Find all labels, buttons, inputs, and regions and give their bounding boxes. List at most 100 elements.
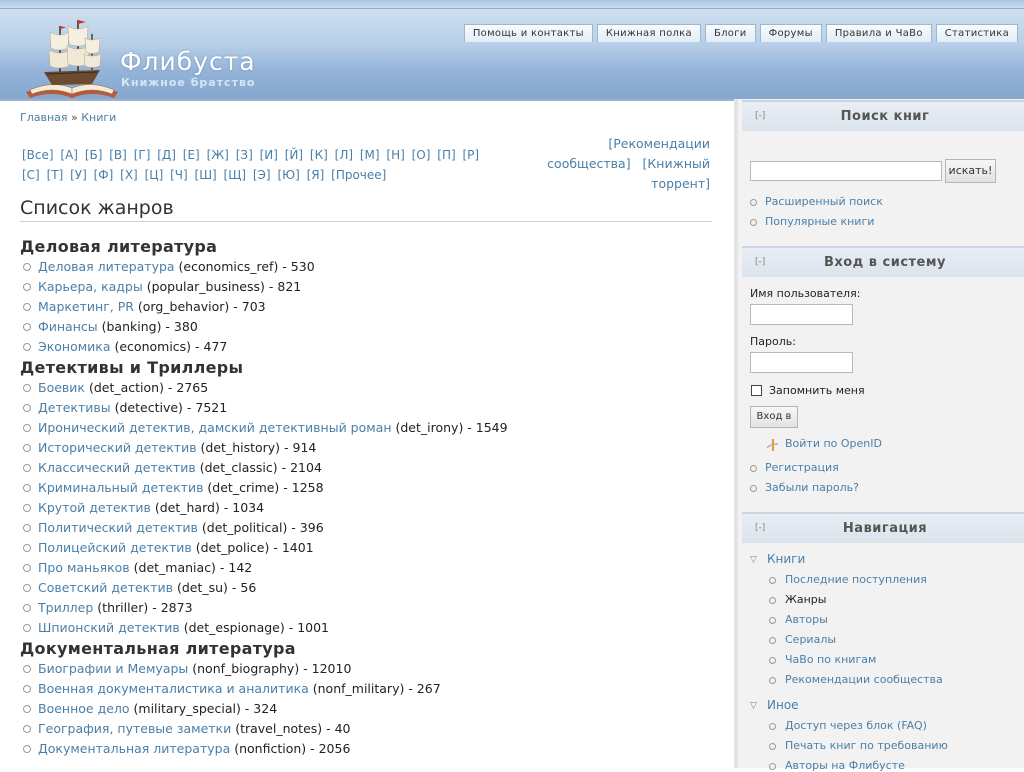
- genre-link[interactable]: Деловая литература: [38, 259, 175, 274]
- alphabet-letter-link[interactable]: [О]: [412, 148, 431, 162]
- alphabet-letter-link[interactable]: [Б]: [85, 148, 103, 162]
- alphabet-letter-link[interactable]: [Я]: [307, 168, 325, 182]
- breadcrumb-home-link[interactable]: Главная: [20, 111, 68, 124]
- alphabet-letter-link[interactable]: [Д]: [157, 148, 176, 162]
- alphabet-letter-link[interactable]: [Н]: [386, 148, 404, 162]
- alphabet-letter-link[interactable]: [Э]: [253, 168, 271, 182]
- genre-link[interactable]: Криминальный детектив: [38, 480, 203, 495]
- genre-link[interactable]: Крутой детектив: [38, 500, 151, 515]
- genre-link[interactable]: Шпионский детектив: [38, 620, 180, 635]
- recommend-line-1[interactable]: [Рекомендации: [608, 136, 710, 151]
- alphabet-letter-link[interactable]: [М]: [360, 148, 380, 162]
- genre-link[interactable]: Триллер: [38, 600, 93, 615]
- genre-link[interactable]: Военная документалистика и аналитика: [38, 681, 309, 696]
- genre-link[interactable]: Советский детектив: [38, 580, 173, 595]
- recommend-line-4[interactable]: торрент]: [651, 176, 710, 191]
- alphabet-letter-link[interactable]: [Е]: [183, 148, 200, 162]
- nav-sub-link[interactable]: Авторы на Флибусте: [785, 759, 905, 772]
- alphabet-letter-link[interactable]: [В]: [109, 148, 127, 162]
- alphabet-letter-link[interactable]: [Ш]: [195, 168, 217, 182]
- nav-sub-link[interactable]: Рекомендации сообщества: [785, 673, 943, 686]
- tab-forums[interactable]: Форумы: [759, 24, 822, 42]
- recommend-line-3[interactable]: [Книжный: [643, 156, 710, 171]
- genre-link[interactable]: Исторический детектив: [38, 440, 197, 455]
- forgot-password-link[interactable]: Забыли пароль?: [765, 481, 859, 494]
- alphabet-letter-link[interactable]: [П]: [437, 148, 455, 162]
- genre-list-item: Советский детектив (det_su) - 56: [20, 578, 714, 598]
- nav-sub-link[interactable]: Жанры: [785, 593, 826, 606]
- tab-rules-faq[interactable]: Правила и ЧаВо: [825, 24, 932, 42]
- register-link[interactable]: Регистрация: [765, 461, 839, 474]
- alphabet-letter-link[interactable]: [Щ]: [224, 168, 247, 182]
- alphabet-letter-link[interactable]: [А]: [60, 148, 78, 162]
- bullet-icon: [769, 577, 776, 584]
- alphabet-letter-link[interactable]: [К]: [310, 148, 328, 162]
- alphabet-letter-link[interactable]: [Все]: [22, 148, 54, 162]
- breadcrumb-books-link[interactable]: Книги: [81, 111, 116, 124]
- login-submit-button[interactable]: Вход в: [750, 406, 798, 428]
- genre-link[interactable]: Карьера, кадры: [38, 279, 143, 294]
- nav-sub-link[interactable]: Доступ через блок (FAQ): [785, 719, 927, 732]
- popular-books-link[interactable]: Популярные книги: [765, 215, 874, 228]
- alphabet-letter-link[interactable]: [С]: [22, 168, 40, 182]
- genre-link[interactable]: Политический детектив: [38, 520, 198, 535]
- password-field[interactable]: [750, 352, 853, 373]
- nav-other-link[interactable]: Иное: [767, 698, 799, 712]
- alphabet-letter-link[interactable]: [Г]: [134, 148, 151, 162]
- genre-link[interactable]: Классический детектив: [38, 460, 196, 475]
- genre-link[interactable]: Полицейский детектив: [38, 540, 192, 555]
- collapse-login-toggle[interactable]: [-]: [755, 248, 765, 277]
- alphabet-letter-link[interactable]: [Ц]: [145, 168, 164, 182]
- alphabet-letter-link[interactable]: [И]: [260, 148, 278, 162]
- advanced-search-link[interactable]: Расширенный поиск: [765, 195, 883, 208]
- genre-link[interactable]: Боевик: [38, 380, 85, 395]
- genre-link[interactable]: Маркетинг, PR: [38, 299, 134, 314]
- genre-link[interactable]: Биографии и Мемуары: [38, 661, 188, 676]
- collapse-navigation-toggle[interactable]: [-]: [755, 514, 765, 543]
- alphabet-letter-link[interactable]: [Л]: [335, 148, 353, 162]
- alphabet-letter-link[interactable]: [Р]: [462, 148, 479, 162]
- nav-sub-link[interactable]: Печать книг по требованию: [785, 739, 948, 752]
- alphabet-letter-link[interactable]: [Й]: [285, 148, 303, 162]
- username-field[interactable]: [750, 304, 853, 325]
- nav-sub-link[interactable]: ЧаВо по книгам: [785, 653, 876, 666]
- tab-blogs[interactable]: Блоги: [704, 24, 756, 42]
- genre-link[interactable]: Иронический детектив, дамский детективны…: [38, 420, 392, 435]
- openid-login-link[interactable]: Войти по OpenID: [785, 437, 882, 450]
- remember-me-checkbox[interactable]: [751, 385, 762, 396]
- genre-link[interactable]: Документальная литература: [38, 741, 230, 756]
- alphabet-letter-link[interactable]: [Х]: [120, 168, 138, 182]
- book-search-input[interactable]: [750, 161, 942, 181]
- genre-link[interactable]: Военное дело: [38, 701, 130, 716]
- search-block-heading: Поиск книг: [840, 109, 930, 124]
- search-submit-button[interactable]: искать!: [945, 159, 996, 183]
- collapse-search-toggle[interactable]: [-]: [755, 102, 765, 131]
- nav-sub-link[interactable]: Авторы: [785, 613, 828, 626]
- genre-link[interactable]: Про маньяков: [38, 560, 130, 575]
- nav-sub-link[interactable]: Сериалы: [785, 633, 836, 646]
- nav-sub-link[interactable]: Последние поступления: [785, 573, 927, 586]
- tab-bookshelf[interactable]: Книжная полка: [596, 24, 701, 42]
- nav-books-link[interactable]: Книги: [767, 552, 805, 566]
- site-name[interactable]: Флибуста: [120, 47, 256, 76]
- alphabet-letter-link[interactable]: [У]: [70, 168, 87, 182]
- recommend-line-2[interactable]: сообщества]: [547, 156, 630, 171]
- book-torrent-link[interactable]: [Книжный торрент]: [635, 156, 710, 191]
- genre-link[interactable]: Экономика: [38, 339, 111, 354]
- ship-book-logo-icon[interactable]: [22, 12, 122, 102]
- alphabet-letter-link[interactable]: [Ф]: [94, 168, 114, 182]
- bullet-icon: [769, 657, 776, 664]
- username-label: Имя пользователя:: [750, 287, 861, 300]
- alphabet-letter-link[interactable]: [Ч]: [170, 168, 188, 182]
- bullet-icon: [750, 465, 757, 472]
- tab-help-contacts[interactable]: Помощь и контакты: [463, 24, 593, 42]
- alphabet-letter-link[interactable]: [Т]: [47, 168, 64, 182]
- alphabet-letter-link[interactable]: [Прочее]: [331, 168, 386, 182]
- tab-statistics[interactable]: Статистика: [935, 24, 1018, 42]
- alphabet-letter-link[interactable]: [Ж]: [207, 148, 229, 162]
- genre-link[interactable]: География, путевые заметки: [38, 721, 231, 736]
- alphabet-letter-link[interactable]: [Ю]: [277, 168, 299, 182]
- alphabet-letter-link[interactable]: [З]: [236, 148, 253, 162]
- genre-link[interactable]: Детективы: [38, 400, 111, 415]
- genre-link[interactable]: Финансы: [38, 319, 98, 334]
